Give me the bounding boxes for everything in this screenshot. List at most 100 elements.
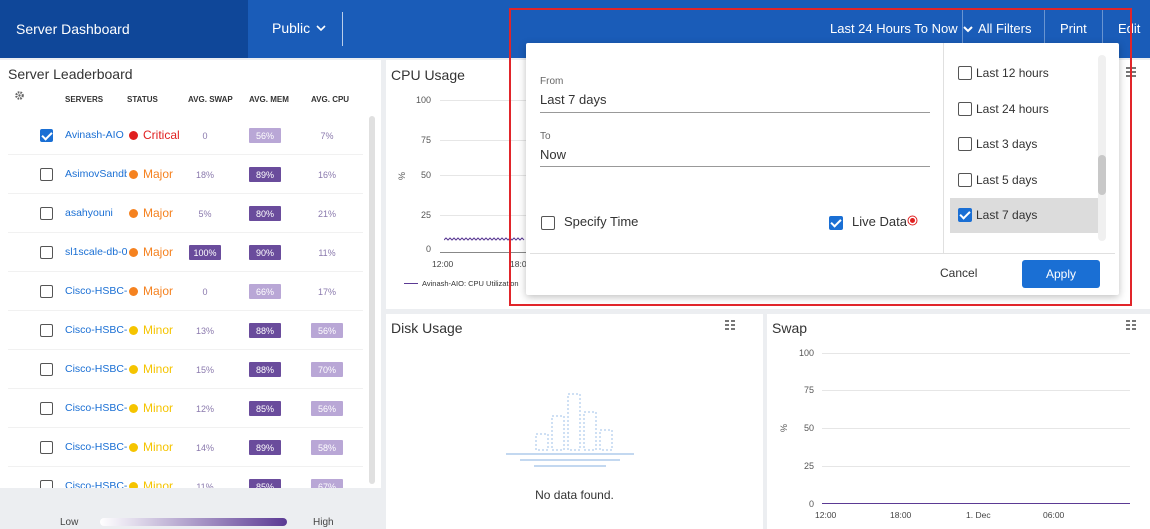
column-header-servers[interactable]: SERVERS (65, 95, 103, 104)
status-label: Major (143, 206, 174, 220)
table-row[interactable]: AsimovSandbox Major 18% 89% 16% (8, 155, 363, 194)
avg-cpu-cell: 56% (311, 323, 343, 338)
server-link[interactable]: Cisco-HSBC-04 (65, 402, 127, 414)
avg-swap-cell: 0 (189, 128, 221, 143)
avg-swap-cell: 18% (189, 167, 221, 182)
row-checkbox[interactable] (40, 129, 53, 142)
swap-y-tick: 0 (808, 499, 814, 509)
swap-x-tick: 12:00 (815, 510, 837, 520)
status-dot-icon (129, 131, 138, 140)
avg-swap-cell: 12% (189, 401, 221, 416)
avg-swap-cell: 100% (189, 245, 221, 260)
highlight-box (509, 8, 1132, 306)
avg-swap-cell: 13% (189, 323, 221, 338)
server-link[interactable]: Cisco-HSBC-01 (65, 285, 127, 297)
swap-y-tick: 50 (803, 423, 814, 433)
row-checkbox[interactable] (40, 402, 53, 415)
row-checkbox[interactable] (40, 246, 53, 259)
status-dot-icon (129, 365, 138, 374)
column-header-avg-cpu[interactable]: AVG. CPU (311, 95, 349, 104)
server-link[interactable]: Cisco-HSBC-05 (65, 441, 127, 453)
status-dot-icon (129, 248, 138, 257)
avg-mem-cell: 89% (249, 167, 281, 182)
swap-x-tick: 1. Dec (966, 510, 991, 520)
server-link[interactable]: Cisco-HSBC-02 (65, 324, 127, 336)
status-label: Minor (143, 401, 174, 415)
row-checkbox[interactable] (40, 363, 53, 376)
avg-mem-cell: 90% (249, 245, 281, 260)
table-row[interactable]: asahyouni Major 5% 80% 21% (8, 194, 363, 233)
swap-series-line (822, 503, 1130, 504)
avg-mem-cell: 56% (249, 128, 281, 143)
chevron-down-icon (316, 25, 326, 32)
avg-cpu-cell: 11% (311, 245, 343, 260)
gear-icon[interactable] (14, 90, 25, 101)
avg-mem-cell: 89% (249, 440, 281, 455)
avg-cpu-cell: 58% (311, 440, 343, 455)
server-link[interactable]: asahyouni (65, 207, 127, 219)
server-link[interactable]: AsimovSandbox (65, 168, 127, 180)
status-label: Major (143, 284, 174, 298)
status-label: Minor (143, 440, 174, 454)
status-dot-icon (129, 326, 138, 335)
cpu-y-unit: % (397, 171, 408, 181)
scope-dropdown[interactable]: Public (272, 20, 326, 36)
grid-line (822, 390, 1130, 391)
table-row[interactable]: Avinash-AIO Critical 0 56% 7% (8, 116, 363, 155)
row-checkbox[interactable] (40, 441, 53, 454)
server-link[interactable]: Avinash-AIO (65, 129, 127, 141)
row-checkbox[interactable] (40, 168, 53, 181)
avg-swap-cell: 14% (189, 440, 221, 455)
table-view-icon[interactable] (1126, 320, 1137, 331)
table-row[interactable]: Cisco-HSBC-05 Minor 14% 89% 58% (8, 428, 363, 467)
cpu-y-tick: 0 (425, 244, 431, 254)
swap-x-tick: 06:00 (1043, 510, 1065, 520)
status-label: Minor (143, 323, 174, 337)
avg-mem-cell: 66% (249, 284, 281, 299)
server-link[interactable]: Cisco-HSBC-03 (65, 363, 127, 375)
table-row[interactable]: Cisco-HSBC-02 Minor 13% 88% 56% (8, 311, 363, 350)
avg-cpu-cell: 7% (311, 128, 343, 143)
avg-cpu-cell: 70% (311, 362, 343, 377)
divider (342, 12, 343, 46)
avg-mem-cell: 85% (249, 401, 281, 416)
table-view-icon[interactable] (725, 320, 736, 331)
legend-low-label: Low (60, 517, 79, 528)
column-header-avg-swap[interactable]: AVG. SWAP (188, 95, 233, 104)
swap-panel: Swap (767, 314, 1150, 529)
row-checkbox[interactable] (40, 324, 53, 337)
leaderboard-title: Server Leaderboard (8, 66, 133, 82)
scope-label: Public (272, 20, 311, 36)
disk-usage-title: Disk Usage (391, 320, 463, 336)
leaderboard-scrollbar[interactable] (369, 116, 375, 484)
table-row[interactable]: Cisco-HSBC-04 Minor 12% 85% 56% (8, 389, 363, 428)
row-checkbox[interactable] (40, 207, 53, 220)
cpu-y-tick: 25 (420, 210, 431, 220)
cpu-x-tick: 12:00 (432, 259, 454, 269)
avg-cpu-cell: 16% (311, 167, 343, 182)
avg-mem-cell: 80% (249, 206, 281, 221)
column-header-avg-mem[interactable]: AVG. MEM (249, 95, 289, 104)
no-data-illustration-icon (506, 393, 634, 467)
status-label: Major (143, 245, 174, 259)
row-checkbox[interactable] (40, 285, 53, 298)
status-label: Major (143, 167, 174, 181)
dashboard-title: Server Dashboard (0, 0, 248, 58)
table-row[interactable]: Cisco-HSBC-03 Minor 15% 88% 70% (8, 350, 363, 389)
grid-line (822, 466, 1130, 467)
server-link[interactable]: sl1scale-db-01 (65, 246, 127, 258)
avg-cpu-cell: 21% (311, 206, 343, 221)
status-dot-icon (129, 287, 138, 296)
avg-swap-cell: 15% (189, 362, 221, 377)
avg-swap-cell: 5% (189, 206, 221, 221)
avg-cpu-cell: 56% (311, 401, 343, 416)
status-label: Critical (143, 128, 180, 142)
cpu-usage-title: CPU Usage (391, 67, 465, 83)
status-dot-icon (129, 443, 138, 452)
grid-line (822, 428, 1130, 429)
table-row[interactable]: Cisco-HSBC-01 Major 0 66% 17% (8, 272, 363, 311)
table-row[interactable]: sl1scale-db-01 Major 100% 90% 11% (8, 233, 363, 272)
swap-y-unit: % (779, 423, 790, 433)
column-header-status[interactable]: STATUS (127, 95, 158, 104)
avg-cpu-cell: 17% (311, 284, 343, 299)
